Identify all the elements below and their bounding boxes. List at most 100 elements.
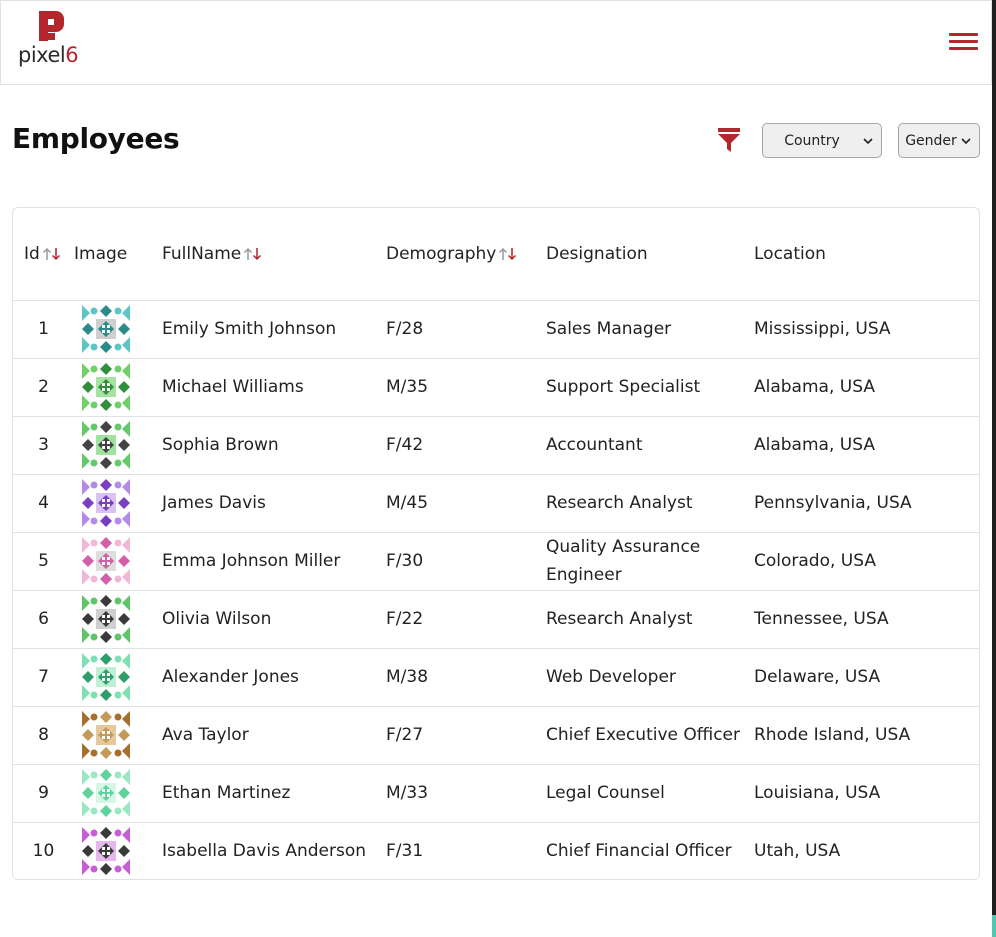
employee-location: Utah, USA <box>754 841 841 862</box>
table-row[interactable]: 4 James Davis M/45 Research Analyst Penn… <box>13 474 979 532</box>
sort-arrows-icon[interactable] <box>498 246 518 262</box>
employee-name: Ethan Martinez <box>162 783 291 803</box>
employee-location: Mississippi, USA <box>754 319 891 339</box>
avatar-cell <box>74 358 162 416</box>
scrollbar-thumb[interactable] <box>992 915 996 937</box>
hamburger-menu-icon[interactable] <box>949 33 978 52</box>
employee-name: Emily Smith Johnson <box>162 319 337 339</box>
chevron-down-icon <box>863 137 873 144</box>
column-header-designation: Designation <box>546 208 754 301</box>
pink-quilt-avatar-icon <box>82 537 162 585</box>
avatar-cell <box>74 764 162 822</box>
avatar-cell <box>74 706 162 764</box>
employee-id: 8 <box>38 725 49 745</box>
employee-location: Louisiana, USA <box>754 783 881 803</box>
table-row[interactable]: 6 Olivia Wilson F/22 Research Analyst Te… <box>13 590 979 648</box>
employee-id: 6 <box>38 609 49 629</box>
avatar-cell <box>74 648 162 706</box>
employee-designation: Quality Assurance Engineer <box>546 537 701 585</box>
employee-id: 10 <box>32 841 55 862</box>
employee-demography: F/30 <box>386 551 424 571</box>
employee-location: Colorado, USA <box>754 551 876 571</box>
app-header: pixel6 <box>0 0 992 85</box>
sort-arrows-icon[interactable] <box>243 246 263 262</box>
employee-demography: F/27 <box>386 725 424 745</box>
column-header-id[interactable]: Id <box>13 208 74 301</box>
gender-select[interactable]: Gender <box>898 123 980 158</box>
avatar-cell <box>74 416 162 474</box>
filter-icon[interactable] <box>718 128 740 152</box>
page-title: Employees <box>12 122 180 155</box>
logo-mark-icon <box>39 11 64 41</box>
country-select[interactable]: Country <box>762 123 882 158</box>
employee-location: Delaware, USA <box>754 667 881 687</box>
employee-demography: F/22 <box>386 609 424 629</box>
green-quilt-avatar-icon <box>82 363 162 411</box>
avatar-cell <box>74 532 162 590</box>
employee-location: Rhode Island, USA <box>754 725 911 745</box>
brand-logo[interactable]: pixel6 <box>18 11 88 71</box>
chevron-down-icon <box>961 137 971 144</box>
table-row[interactable]: 10 Isabella Davis Anderson F/31 Chief Fi… <box>13 822 979 879</box>
magenta-quilt-avatar-icon <box>82 827 162 876</box>
column-header-demography[interactable]: Demography <box>386 208 546 301</box>
table-row[interactable]: 5 Emma Johnson Miller F/30 Quality Assur… <box>13 532 979 590</box>
employee-designation: Chief Executive Officer <box>546 725 740 745</box>
employee-designation: Legal Counsel <box>546 783 665 803</box>
employee-id: 2 <box>38 377 49 397</box>
country-select-label: Country <box>784 132 840 149</box>
employee-designation: Research Analyst <box>546 609 693 629</box>
employee-name: Alexander Jones <box>162 667 299 687</box>
avatar-cell <box>74 300 162 358</box>
column-header-image: Image <box>74 208 162 301</box>
employee-designation: Support Specialist <box>546 377 701 397</box>
purple-quilt-avatar-icon <box>82 479 162 527</box>
table-row[interactable]: 8 Ava Taylor F/27 Chief Executive Office… <box>13 706 979 764</box>
table-row[interactable]: 1 Emily Smith Johnson F/28 Sales Manager… <box>13 300 979 358</box>
employee-name: Ava Taylor <box>162 725 249 745</box>
sort-arrows-icon[interactable] <box>42 246 62 262</box>
employee-demography: F/42 <box>386 435 424 455</box>
mint-quilt-avatar-icon <box>82 653 162 701</box>
light-green-quilt-avatar-icon <box>82 769 162 817</box>
employee-demography: M/38 <box>386 667 429 687</box>
employee-id: 4 <box>38 493 49 513</box>
employee-name: James Davis <box>162 493 266 513</box>
employees-table-card: Id Image FullName Demography Designation… <box>12 207 980 880</box>
green-gray-quilt-avatar-icon <box>82 421 162 469</box>
employee-designation: Chief Financial Officer <box>546 841 732 862</box>
employee-location: Alabama, USA <box>754 435 875 455</box>
employee-id: 1 <box>38 319 49 339</box>
employee-id: 7 <box>38 667 49 687</box>
employee-designation: Sales Manager <box>546 319 672 339</box>
employee-name: Michael Williams <box>162 377 304 397</box>
employee-designation: Accountant <box>546 435 643 455</box>
table-row[interactable]: 7 Alexander Jones M/38 Web Developer Del… <box>13 648 979 706</box>
employee-id: 5 <box>38 551 49 571</box>
column-header-fullname[interactable]: FullName <box>162 208 386 301</box>
employee-name: Olivia Wilson <box>162 609 272 629</box>
employee-id: 9 <box>38 783 49 803</box>
employee-name: Isabella Davis Anderson <box>162 841 367 862</box>
table-header-row: Id Image FullName Demography Designation… <box>13 208 979 301</box>
table-row[interactable]: 9 Ethan Martinez M/33 Legal Counsel Loui… <box>13 764 979 822</box>
employee-demography: F/28 <box>386 319 424 339</box>
table-row[interactable]: 2 Michael Williams M/35 Support Speciali… <box>13 358 979 416</box>
employee-demography: M/33 <box>386 783 429 803</box>
employee-location: Pennsylvania, USA <box>754 493 912 513</box>
table-row[interactable]: 3 Sophia Brown F/42 Accountant Alabama, … <box>13 416 979 474</box>
column-header-location: Location <box>754 208 979 301</box>
scrollbar-track[interactable] <box>992 0 996 937</box>
gold-quilt-avatar-icon <box>82 711 162 759</box>
employee-demography: M/45 <box>386 493 429 513</box>
avatar-cell <box>74 474 162 532</box>
avatar-cell <box>74 822 162 879</box>
employee-designation: Research Analyst <box>546 493 693 513</box>
employee-name: Emma Johnson Miller <box>162 551 341 571</box>
employee-id: 3 <box>38 435 49 455</box>
employee-designation: Web Developer <box>546 667 676 687</box>
employee-name: Sophia Brown <box>162 435 279 455</box>
employee-demography: M/35 <box>386 377 429 397</box>
logo-text: pixel6 <box>18 43 79 67</box>
employees-table: Id Image FullName Demography Designation… <box>13 208 979 879</box>
